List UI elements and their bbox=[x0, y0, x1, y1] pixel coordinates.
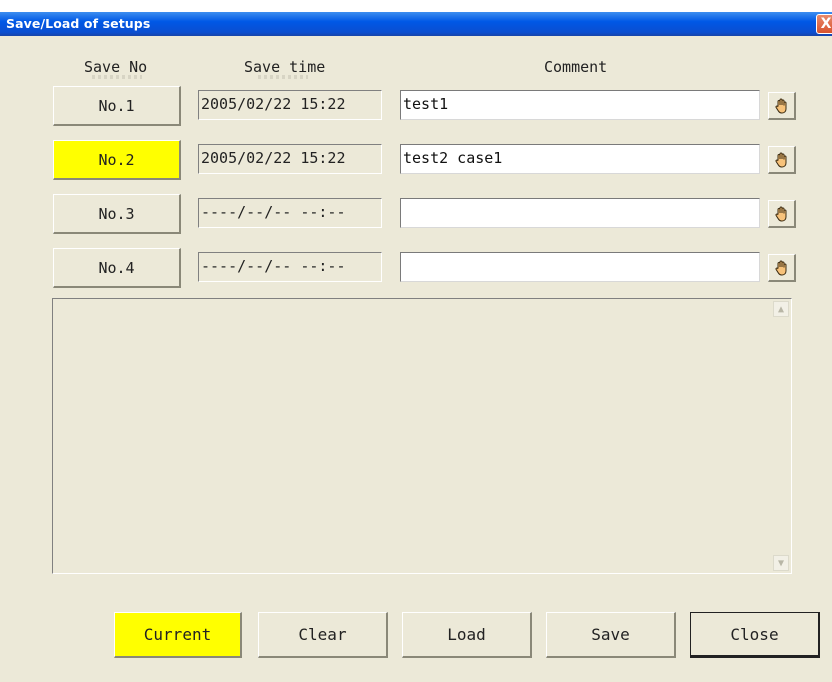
comment-input-2[interactable]: test2 case1 bbox=[400, 144, 760, 174]
close-button[interactable]: Close bbox=[690, 612, 820, 658]
header-underline bbox=[258, 75, 308, 79]
title-bar[interactable]: Save/Load of setups X bbox=[0, 12, 832, 36]
save-no-header: Save No bbox=[84, 58, 148, 76]
save-time-1: 2005/02/22 15:22 bbox=[198, 90, 382, 120]
window-title: Save/Load of setups bbox=[6, 16, 151, 31]
comment-input-3[interactable] bbox=[400, 198, 760, 228]
comment-input-4[interactable] bbox=[400, 252, 760, 282]
hand-pointer-icon[interactable] bbox=[768, 254, 796, 282]
save-time-header: Save time bbox=[244, 58, 326, 76]
load-button[interactable]: Load bbox=[402, 612, 532, 658]
save-time-4: ----/--/-- --:-- bbox=[198, 252, 382, 282]
current-button[interactable]: Current bbox=[114, 612, 242, 658]
hand-pointer-icon[interactable] bbox=[768, 146, 796, 174]
save-button[interactable]: Save bbox=[546, 612, 676, 658]
slot-button-2[interactable]: No.2 bbox=[53, 140, 181, 180]
hand-pointer-icon[interactable] bbox=[768, 92, 796, 120]
arrow-down-icon[interactable]: ▼ bbox=[773, 555, 789, 571]
slot-button-1[interactable]: No.1 bbox=[53, 86, 181, 126]
slot-button-3[interactable]: No.3 bbox=[53, 194, 181, 234]
vertical-scrollbar[interactable]: ▲ ▼ bbox=[773, 301, 789, 571]
header-underline bbox=[92, 75, 142, 79]
comment-header: Comment bbox=[544, 58, 608, 76]
clear-button[interactable]: Clear bbox=[258, 612, 388, 658]
hand-pointer-icon[interactable] bbox=[768, 200, 796, 228]
save-time-3: ----/--/-- --:-- bbox=[198, 198, 382, 228]
save-load-dialog: Save/Load of setups X Save No Save time … bbox=[0, 12, 832, 682]
close-icon[interactable]: X bbox=[816, 14, 832, 34]
comment-input-1[interactable]: test1 bbox=[400, 90, 760, 120]
save-time-2: 2005/02/22 15:22 bbox=[198, 144, 382, 174]
arrow-up-icon[interactable]: ▲ bbox=[773, 301, 789, 317]
slot-button-4[interactable]: No.4 bbox=[53, 248, 181, 288]
details-textarea[interactable]: ▲ ▼ bbox=[52, 298, 792, 574]
